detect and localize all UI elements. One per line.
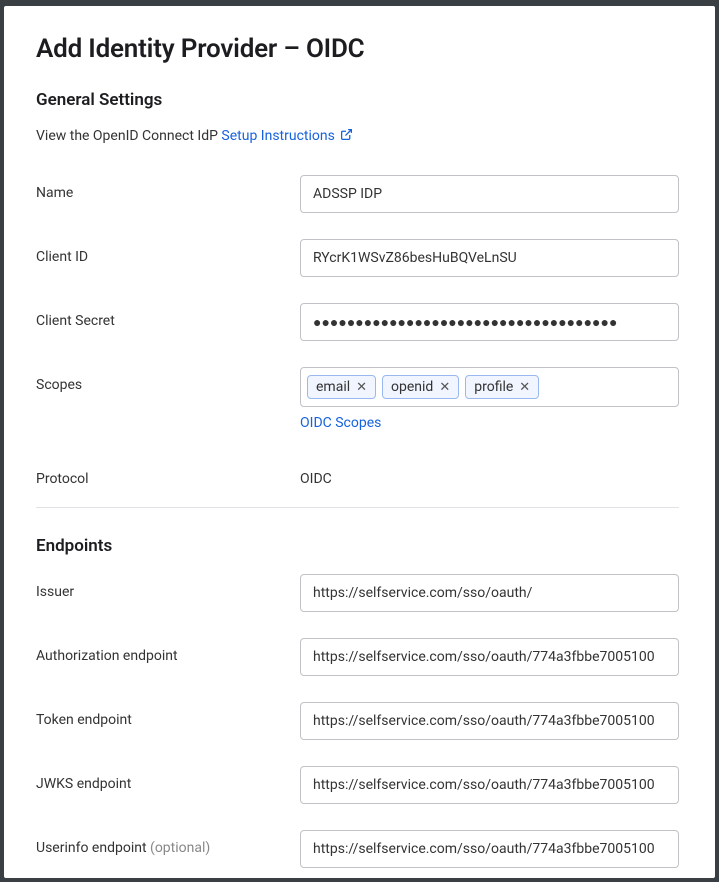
setup-instructions-text: Setup Instructions <box>221 128 334 144</box>
token-input[interactable] <box>300 702 679 740</box>
field-row-authorization: Authorization endpoint <box>36 638 679 676</box>
client-secret-label: Client Secret <box>36 303 300 329</box>
field-row-issuer: Issuer <box>36 574 679 612</box>
modal-scroll-area[interactable]: Add Identity Provider – OIDC General Set… <box>4 6 715 878</box>
jwks-label: JWKS endpoint <box>36 766 300 792</box>
scope-chip-openid: openid ✕ <box>382 375 459 399</box>
external-link-icon <box>340 128 353 145</box>
intro-text: View the OpenID Connect IdP Setup Instru… <box>36 128 679 145</box>
scopes-label: Scopes <box>36 367 300 393</box>
authorization-input[interactable] <box>300 638 679 676</box>
client-secret-input[interactable] <box>300 303 679 341</box>
protocol-label: Protocol <box>36 461 300 487</box>
issuer-label: Issuer <box>36 574 300 600</box>
field-row-client-secret: Client Secret <box>36 303 679 341</box>
oidc-scopes-link[interactable]: OIDC Scopes <box>300 415 381 431</box>
field-row-protocol: Protocol OIDC <box>36 461 679 487</box>
scope-chip-profile: profile ✕ <box>465 375 539 399</box>
field-row-scopes: Scopes email ✕ openid ✕ profile ✕ <box>36 367 679 431</box>
intro-prefix: View the OpenID Connect IdP <box>36 128 221 144</box>
field-row-token: Token endpoint <box>36 702 679 740</box>
protocol-value: OIDC <box>300 461 679 487</box>
userinfo-label: Userinfo endpoint (optional) <box>36 830 300 856</box>
name-label: Name <box>36 175 300 201</box>
client-id-input[interactable] <box>300 239 679 277</box>
jwks-input[interactable] <box>300 766 679 804</box>
client-id-label: Client ID <box>36 239 300 265</box>
field-row-name: Name <box>36 175 679 213</box>
field-row-userinfo: Userinfo endpoint (optional) <box>36 830 679 868</box>
userinfo-input[interactable] <box>300 830 679 868</box>
remove-scope-email-icon[interactable]: ✕ <box>356 381 367 394</box>
modal-title: Add Identity Provider – OIDC <box>36 34 679 64</box>
userinfo-label-text: Userinfo endpoint <box>36 840 150 856</box>
scope-chip-label: email <box>316 379 350 395</box>
scope-chip-label: profile <box>474 379 513 395</box>
scope-chip-email: email ✕ <box>307 375 376 399</box>
token-label: Token endpoint <box>36 702 300 728</box>
section-divider <box>36 507 679 508</box>
issuer-input[interactable] <box>300 574 679 612</box>
name-input[interactable] <box>300 175 679 213</box>
userinfo-optional-text: (optional) <box>150 840 210 856</box>
general-settings-heading: General Settings <box>36 90 679 110</box>
field-row-client-id: Client ID <box>36 239 679 277</box>
field-row-jwks: JWKS endpoint <box>36 766 679 804</box>
add-idp-modal: Add Identity Provider – OIDC General Set… <box>4 6 715 878</box>
authorization-label: Authorization endpoint <box>36 638 300 664</box>
scopes-input[interactable]: email ✕ openid ✕ profile ✕ <box>300 367 679 407</box>
remove-scope-openid-icon[interactable]: ✕ <box>439 381 450 394</box>
endpoints-heading: Endpoints <box>36 536 679 556</box>
scope-chip-label: openid <box>391 379 433 395</box>
setup-instructions-link[interactable]: Setup Instructions <box>221 128 353 144</box>
remove-scope-profile-icon[interactable]: ✕ <box>519 381 530 394</box>
